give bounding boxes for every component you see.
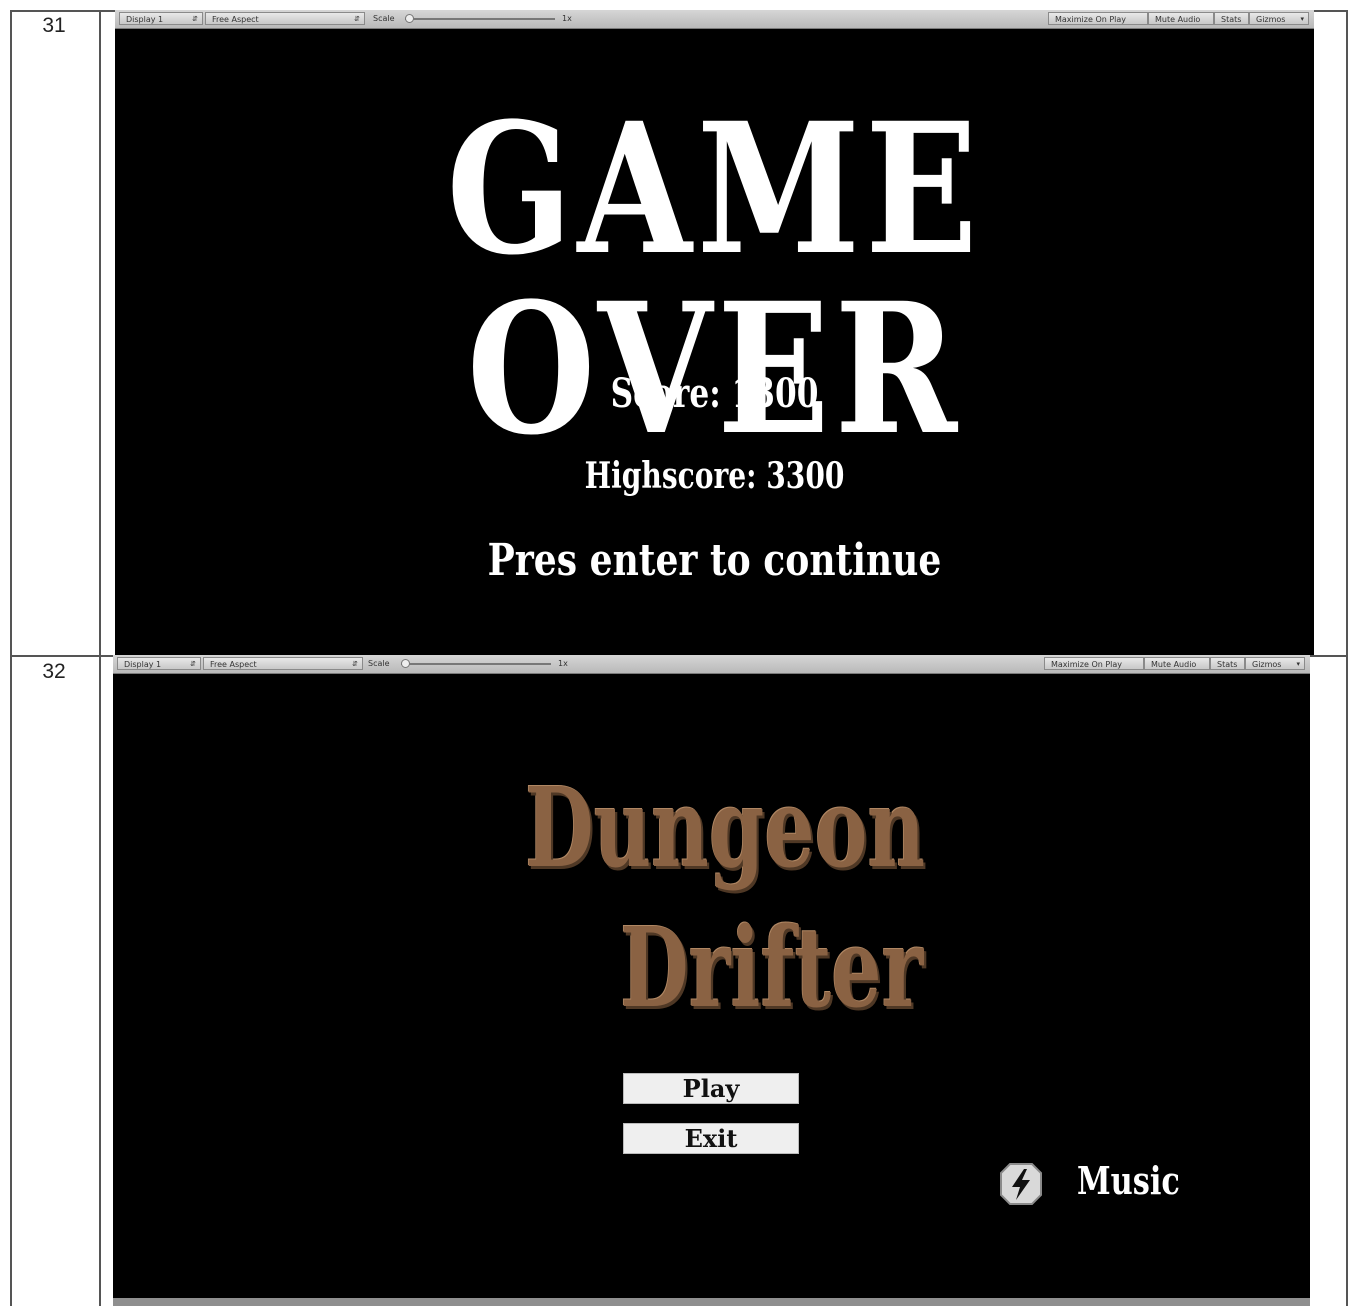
dropdown-arrow-icon: ⇵ xyxy=(352,660,358,668)
dropdown-arrow-icon: ⇵ xyxy=(192,15,198,23)
aspect-dropdown[interactable]: Free Aspect ⇵ xyxy=(205,12,365,25)
scale-slider-track[interactable] xyxy=(401,663,551,665)
exit-button[interactable]: Exit xyxy=(623,1123,799,1154)
stats-toggle[interactable]: Stats xyxy=(1210,657,1245,670)
highscore-text: Highscore: 3300 xyxy=(584,455,845,497)
game-view-32: Display 1 ⇵ Free Aspect ⇵ Scale 1x Maxim… xyxy=(113,655,1310,1306)
row-number: 31 xyxy=(42,14,66,37)
game-view-bottom-bar xyxy=(113,1298,1310,1306)
gizmos-label: Gizmos xyxy=(1256,15,1286,24)
stats-label: Stats xyxy=(1221,15,1242,24)
scale-slider-thumb[interactable] xyxy=(401,659,410,668)
game-view-toolbar: Display 1 ⇵ Free Aspect ⇵ Scale 1x Maxim… xyxy=(113,655,1310,674)
display-label: Display 1 xyxy=(126,15,164,24)
column-divider xyxy=(99,10,101,1306)
gizmos-label: Gizmos xyxy=(1252,660,1282,669)
score-text: Score: 1300 xyxy=(610,370,819,417)
scale-label: Scale xyxy=(368,659,390,668)
maximize-on-play-toggle[interactable]: Maximize On Play xyxy=(1048,12,1148,25)
aspect-label: Free Aspect xyxy=(212,15,259,24)
dropdown-arrow-icon: ▾ xyxy=(1300,15,1304,23)
dropdown-arrow-icon: ▾ xyxy=(1296,660,1300,668)
gizmos-dropdown[interactable]: Gizmos ▾ xyxy=(1245,657,1305,670)
gizmos-dropdown[interactable]: Gizmos ▾ xyxy=(1249,12,1309,25)
game-title-line1: Dungeon xyxy=(525,763,926,892)
game-view-31: Display 1 ⇵ Free Aspect ⇵ Scale 1x Maxim… xyxy=(115,10,1314,655)
game-title-line2: Drifter xyxy=(620,903,924,1032)
row-number: 32 xyxy=(42,660,66,683)
mute-label: Mute Audio xyxy=(1151,660,1197,669)
mute-label: Mute Audio xyxy=(1155,15,1201,24)
maximize-on-play-toggle[interactable]: Maximize On Play xyxy=(1044,657,1144,670)
continue-prompt: Pres enter to continue xyxy=(487,535,942,586)
lightning-bolt-icon[interactable] xyxy=(999,1162,1043,1206)
game-view-toolbar: Display 1 ⇵ Free Aspect ⇵ Scale 1x Maxim… xyxy=(115,10,1314,29)
scale-slider-track[interactable] xyxy=(405,18,555,20)
scale-value: 1x xyxy=(562,14,572,23)
stats-label: Stats xyxy=(1217,660,1238,669)
play-button[interactable]: Play xyxy=(623,1073,799,1104)
scale-label: Scale xyxy=(373,14,395,23)
display-dropdown[interactable]: Display 1 ⇵ xyxy=(117,657,201,670)
aspect-dropdown[interactable]: Free Aspect ⇵ xyxy=(203,657,363,670)
dropdown-arrow-icon: ⇵ xyxy=(190,660,196,668)
music-label[interactable]: Music xyxy=(1077,1158,1180,1203)
display-label: Display 1 xyxy=(124,660,162,669)
scale-slider-thumb[interactable] xyxy=(405,14,414,23)
maximize-label: Maximize On Play xyxy=(1055,15,1127,24)
mute-audio-toggle[interactable]: Mute Audio xyxy=(1144,657,1210,670)
stats-toggle[interactable]: Stats xyxy=(1214,12,1249,25)
maximize-label: Maximize On Play xyxy=(1051,660,1123,669)
dropdown-arrow-icon: ⇵ xyxy=(354,15,360,23)
mute-audio-toggle[interactable]: Mute Audio xyxy=(1148,12,1214,25)
aspect-label: Free Aspect xyxy=(210,660,257,669)
scale-value: 1x xyxy=(558,659,568,668)
display-dropdown[interactable]: Display 1 ⇵ xyxy=(119,12,203,25)
